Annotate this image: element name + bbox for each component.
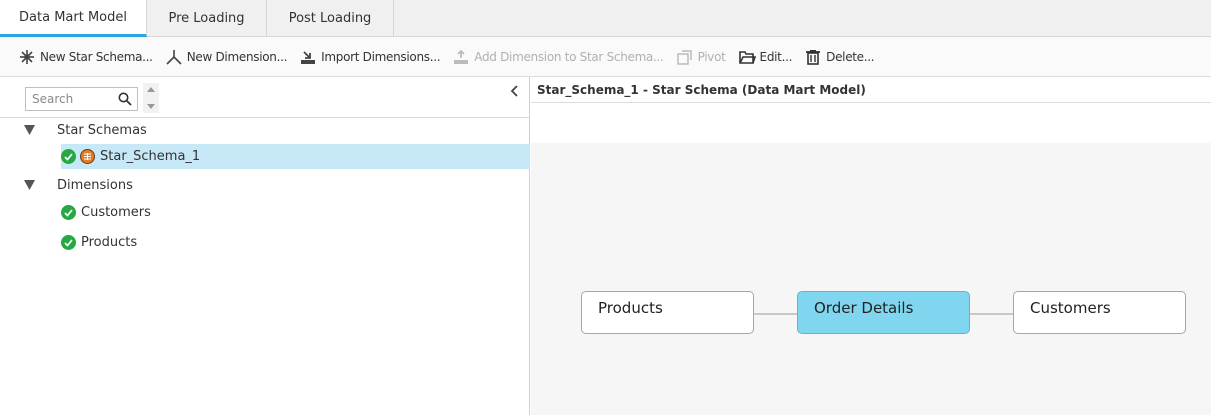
scroll-down-icon[interactable] [147,104,155,110]
import-icon [299,48,317,66]
tree-item-star-schema-1[interactable]: Star_Schema_1 [61,144,530,169]
add-dimension-button[interactable]: Add Dimension to Star Schema... [452,45,664,69]
tab-label: Data Mart Model [19,9,127,25]
tree-item-label: Customers [81,205,151,220]
node-label: Products [598,299,663,317]
add-dimension-icon [452,48,470,66]
schema-description: - Star Schema (Data Mart Model) [638,83,866,97]
add-dimension-label: Add Dimension to Star Schema... [474,49,664,64]
diagram-title: Star_Schema_1 - Star Schema (Data Mart M… [537,83,866,97]
tree-item-products[interactable]: Products [0,226,530,259]
trash-icon [804,48,822,66]
left-panel: Star Schemas Star_Schema_1 Dimensions [0,77,530,415]
scroll-up-icon[interactable] [147,86,155,92]
tab-pre-loading[interactable]: Pre Loading [147,0,267,37]
diagram-node-customers[interactable]: Customers [1013,291,1186,334]
tree-item-label: Star_Schema_1 [100,149,201,164]
node-label: Customers [1030,299,1111,317]
check-icon [61,149,76,164]
expand-triangle-icon[interactable] [24,124,35,139]
pivot-icon [676,48,694,66]
new-dimension-button[interactable]: New Dimension... [165,45,287,69]
diagram-node-products[interactable]: Products [581,291,754,334]
search-input[interactable] [32,92,116,106]
delete-button[interactable]: Delete... [804,45,875,69]
diagram-header-spacer [531,103,1211,143]
pivot-label: Pivot [697,49,726,64]
import-dimensions-label: Import Dimensions... [321,49,441,64]
search-box [25,87,138,111]
diagram-panel: Star_Schema_1 - Star Schema (Data Mart M… [531,77,1211,415]
tree-group-label: Dimensions [57,178,133,193]
diagram-node-order-details[interactable]: Order Details [797,291,970,334]
edit-button[interactable]: Edit... [738,45,793,69]
tab-post-loading[interactable]: Post Loading [267,0,394,37]
schema-name: Star_Schema_1 [537,83,639,97]
tree-item-customers[interactable]: Customers [0,199,530,226]
tab-bar: Data Mart Model Pre Loading Post Loading [0,0,1211,37]
delete-label: Delete... [826,49,875,64]
expand-triangle-icon[interactable] [24,179,35,194]
toolbar: New Star Schema... New Dimension... Impo… [0,37,1211,77]
dimension-icon [165,48,183,66]
collapse-panel-icon[interactable] [510,85,518,101]
star-schema-icon [18,48,36,66]
check-icon [61,205,76,220]
tab-label: Pre Loading [168,11,245,26]
tab-label: Post Loading [288,11,372,26]
star-schema-icon [80,149,95,164]
new-star-schema-label: New Star Schema... [40,49,153,64]
new-dimension-label: New Dimension... [186,49,288,64]
diagram-edge [970,313,1013,315]
edit-label: Edit... [759,49,793,64]
search-row [0,77,530,118]
tree-group-label: Star Schemas [57,123,147,138]
schema-tree: Star Schemas Star_Schema_1 Dimensions Cu… [0,118,530,259]
node-label: Order Details [814,299,914,317]
tree-group-star-schemas[interactable]: Star Schemas [0,118,530,144]
search-scroll[interactable] [143,83,159,113]
search-icon[interactable] [118,92,132,109]
diagram-edge [754,313,797,315]
tab-data-mart-model[interactable]: Data Mart Model [0,0,147,37]
tree-group-dimensions[interactable]: Dimensions [0,173,530,199]
check-icon [61,235,76,250]
diagram-header: Star_Schema_1 - Star Schema (Data Mart M… [531,77,1211,103]
pivot-button[interactable]: Pivot [676,45,726,69]
import-dimensions-button[interactable]: Import Dimensions... [299,45,441,69]
tree-item-label: Products [81,235,138,250]
folder-open-icon [738,48,756,66]
new-star-schema-button[interactable]: New Star Schema... [18,45,153,69]
